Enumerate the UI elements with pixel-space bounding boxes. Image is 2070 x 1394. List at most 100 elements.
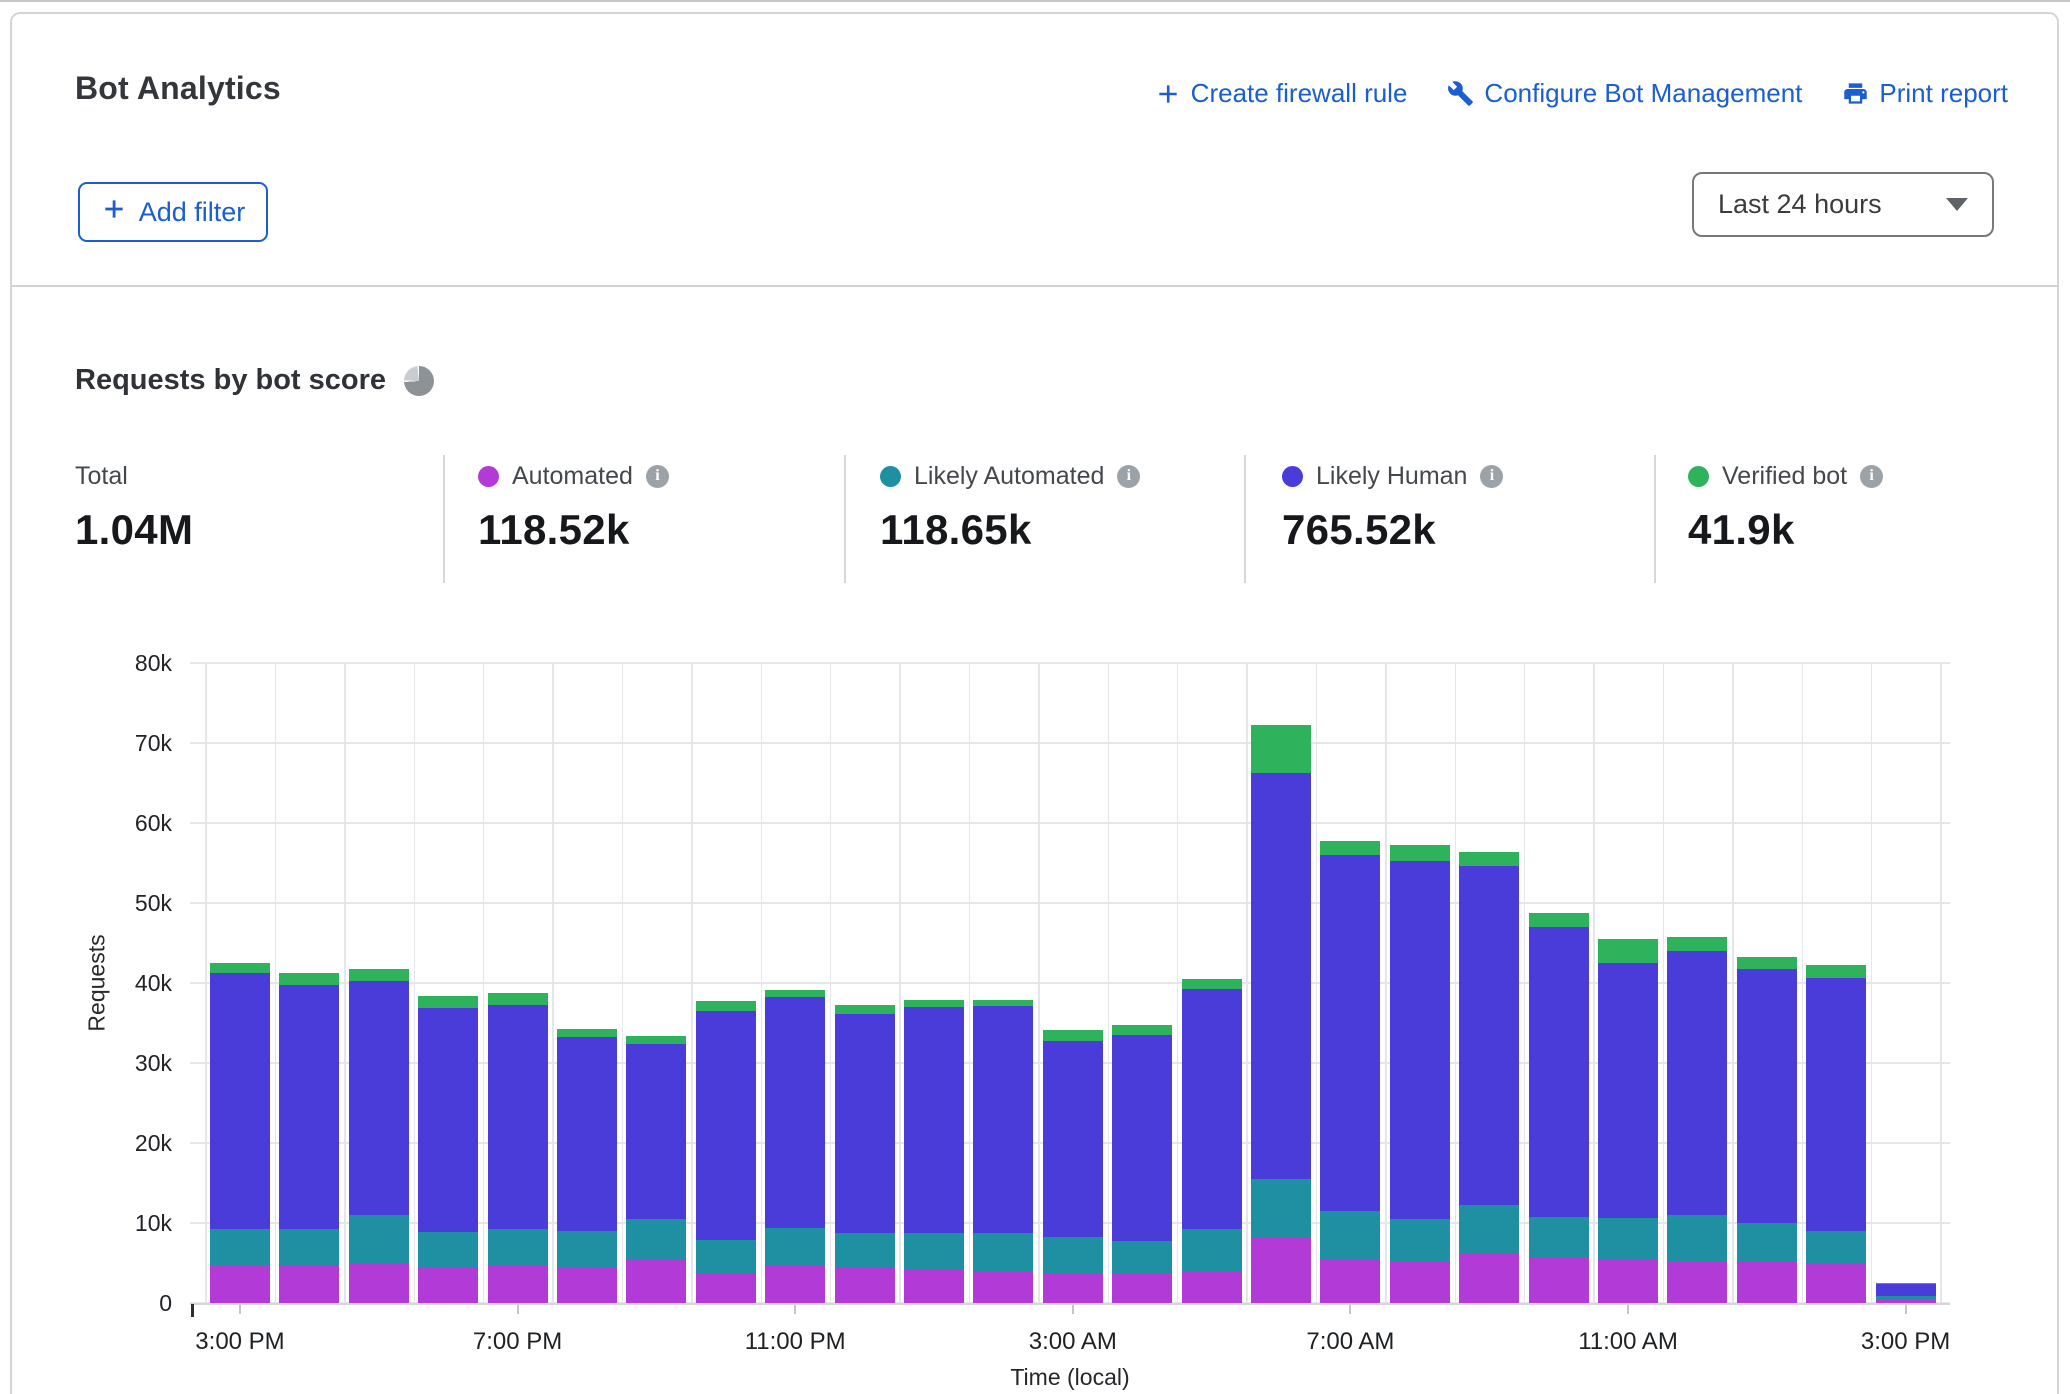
bar-segment-verified-bot[interactable] — [349, 969, 409, 981]
bar-1200pm[interactable] — [1667, 937, 1727, 1303]
bar-segment-automated[interactable] — [1390, 1261, 1450, 1303]
bar-segment-verified-bot[interactable] — [904, 1000, 964, 1007]
bar-segment-likely-automated[interactable] — [349, 1215, 409, 1263]
bar-segment-likely-human[interactable] — [696, 1011, 756, 1240]
bar-segment-likely-automated[interactable] — [1598, 1218, 1658, 1260]
bar-segment-verified-bot[interactable] — [1251, 725, 1311, 773]
bar-segment-likely-human[interactable] — [210, 973, 270, 1229]
bar-segment-verified-bot[interactable] — [973, 1000, 1033, 1006]
bar-segment-likely-automated[interactable] — [1112, 1241, 1172, 1272]
bar-segment-verified-bot[interactable] — [1459, 852, 1519, 866]
bar-segment-likely-automated[interactable] — [210, 1229, 270, 1265]
bar-segment-likely-automated[interactable] — [1529, 1217, 1589, 1259]
bar-segment-verified-bot[interactable] — [1667, 937, 1727, 951]
bar-segment-automated[interactable] — [1182, 1272, 1242, 1303]
bar-900am[interactable] — [1459, 852, 1519, 1303]
bar-800pm[interactable] — [557, 1029, 617, 1303]
bar-segment-verified-bot[interactable] — [1876, 1283, 1936, 1284]
bar-segment-automated[interactable] — [1806, 1263, 1866, 1303]
bar-segment-verified-bot[interactable] — [1043, 1030, 1103, 1040]
bar-700am[interactable] — [1320, 841, 1380, 1303]
bar-segment-automated[interactable] — [835, 1268, 895, 1303]
bar-segment-verified-bot[interactable] — [1737, 957, 1797, 969]
info-icon[interactable]: i — [646, 465, 669, 488]
bar-segment-likely-human[interactable] — [1182, 989, 1242, 1228]
bar-segment-likely-automated[interactable] — [279, 1229, 339, 1265]
bar-segment-likely-human[interactable] — [557, 1037, 617, 1231]
bar-segment-likely-human[interactable] — [626, 1044, 686, 1219]
bar-700pm[interactable] — [488, 993, 548, 1303]
bar-segment-automated[interactable] — [1667, 1261, 1727, 1303]
bar-segment-automated[interactable] — [210, 1265, 270, 1303]
info-icon[interactable]: i — [1480, 465, 1503, 488]
bar-segment-likely-human[interactable] — [418, 1008, 478, 1232]
bar-1000pm[interactable] — [696, 1001, 756, 1303]
bar-segment-likely-automated[interactable] — [1182, 1229, 1242, 1272]
time-range-select[interactable]: Last 24 hours — [1692, 172, 1994, 237]
info-icon[interactable]: i — [1860, 465, 1883, 488]
bar-segment-likely-human[interactable] — [765, 997, 825, 1227]
bar-segment-likely-human[interactable] — [279, 985, 339, 1229]
bar-segment-verified-bot[interactable] — [1806, 965, 1866, 979]
bar-segment-automated[interactable] — [1320, 1259, 1380, 1303]
bar-900pm[interactable] — [626, 1036, 686, 1303]
bar-segment-likely-automated[interactable] — [1667, 1215, 1727, 1261]
bar-segment-automated[interactable] — [488, 1265, 548, 1303]
bar-segment-likely-human[interactable] — [1598, 963, 1658, 1218]
bar-segment-likely-human[interactable] — [1667, 951, 1727, 1215]
bar-segment-verified-bot[interactable] — [1390, 845, 1450, 860]
bar-segment-verified-bot[interactable] — [488, 993, 548, 1005]
info-icon[interactable]: i — [1117, 465, 1140, 488]
bar-300pm[interactable] — [210, 963, 270, 1303]
bar-segment-verified-bot[interactable] — [835, 1005, 895, 1014]
bar-segment-verified-bot[interactable] — [626, 1036, 686, 1044]
bar-segment-likely-automated[interactable] — [557, 1231, 617, 1268]
bar-segment-likely-human[interactable] — [904, 1007, 964, 1233]
bar-segment-likely-automated[interactable] — [765, 1228, 825, 1266]
bar-segment-likely-human[interactable] — [1112, 1035, 1172, 1241]
bar-segment-likely-automated[interactable] — [488, 1229, 548, 1265]
bar-segment-likely-automated[interactable] — [696, 1240, 756, 1274]
bar-segment-verified-bot[interactable] — [418, 996, 478, 1008]
bar-segment-verified-bot[interactable] — [696, 1001, 756, 1011]
bar-segment-likely-automated[interactable] — [1876, 1296, 1936, 1300]
bar-1000am[interactable] — [1529, 913, 1589, 1303]
bar-segment-automated[interactable] — [1043, 1273, 1103, 1303]
bar-segment-automated[interactable] — [1251, 1237, 1311, 1303]
bar-segment-verified-bot[interactable] — [1529, 913, 1589, 927]
bar-segment-likely-automated[interactable] — [973, 1233, 1033, 1271]
bar-500am[interactable] — [1182, 979, 1242, 1303]
bar-segment-automated[interactable] — [1876, 1300, 1936, 1303]
bar-segment-likely-human[interactable] — [973, 1006, 1033, 1233]
bar-segment-verified-bot[interactable] — [1182, 979, 1242, 989]
bar-1100am[interactable] — [1598, 939, 1658, 1303]
bar-800am[interactable] — [1390, 845, 1450, 1303]
bar-segment-automated[interactable] — [279, 1265, 339, 1303]
bar-300am[interactable] — [1043, 1030, 1103, 1303]
bar-segment-automated[interactable] — [1459, 1253, 1519, 1303]
bar-400am[interactable] — [1112, 1025, 1172, 1303]
bar-segment-likely-automated[interactable] — [904, 1233, 964, 1269]
bar-100am[interactable] — [904, 1000, 964, 1303]
bar-segment-verified-bot[interactable] — [1112, 1025, 1172, 1035]
bar-segment-likely-automated[interactable] — [1320, 1211, 1380, 1259]
configure-bot-management-link[interactable]: Configure Bot Management — [1447, 78, 1802, 109]
bar-segment-likely-human[interactable] — [1043, 1041, 1103, 1237]
bar-segment-likely-human[interactable] — [1806, 978, 1866, 1231]
bar-segment-verified-bot[interactable] — [1598, 939, 1658, 963]
bar-segment-likely-human[interactable] — [1459, 866, 1519, 1205]
bar-segment-likely-automated[interactable] — [1043, 1237, 1103, 1273]
bar-segment-likely-automated[interactable] — [835, 1233, 895, 1268]
bar-200pm[interactable] — [1806, 965, 1866, 1303]
bar-segment-automated[interactable] — [626, 1260, 686, 1303]
bar-600pm[interactable] — [418, 996, 478, 1303]
bar-segment-verified-bot[interactable] — [279, 973, 339, 984]
bar-segment-automated[interactable] — [1598, 1260, 1658, 1303]
bar-400pm[interactable] — [279, 973, 339, 1303]
bar-segment-likely-automated[interactable] — [1459, 1205, 1519, 1253]
bar-500pm[interactable] — [349, 969, 409, 1303]
bar-segment-automated[interactable] — [418, 1267, 478, 1303]
bar-100pm[interactable] — [1737, 957, 1797, 1303]
bar-segment-automated[interactable] — [1112, 1273, 1172, 1303]
bar-segment-likely-automated[interactable] — [626, 1219, 686, 1260]
